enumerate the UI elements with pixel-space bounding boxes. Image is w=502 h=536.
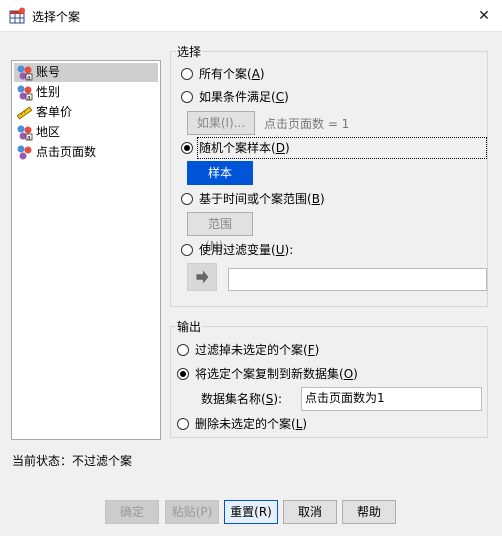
variable-label: 地区 — [36, 125, 61, 139]
if-button[interactable]: 如果(I)... — [187, 111, 255, 135]
reset-button[interactable]: 重置(R) — [224, 500, 278, 524]
paste-button[interactable]: 粘贴(P) — [165, 500, 219, 524]
svg-text:a: a — [27, 75, 31, 82]
variable-item[interactable]: a 地区 — [14, 123, 158, 142]
filter-variable-field[interactable] — [228, 268, 487, 291]
radio-if-condition-circle[interactable] — [181, 91, 193, 103]
close-button[interactable]: ✕ — [466, 0, 502, 32]
cancel-button[interactable]: 取消 — [283, 500, 337, 524]
variable-item[interactable]: a 账号 — [14, 63, 158, 82]
svg-text:a: a — [27, 135, 31, 142]
radio-delete-unselected-circle[interactable] — [177, 418, 189, 430]
dataset-name-label: 数据集名称(S): — [201, 392, 283, 406]
variable-item[interactable]: a 性别 — [14, 83, 158, 102]
help-button[interactable]: 帮助 — [342, 500, 396, 524]
dataset-name-field[interactable]: 点击页面数为1 — [301, 387, 482, 411]
radio-copy-new-dataset-circle[interactable] — [177, 368, 189, 380]
variable-item[interactable]: 客单价 — [14, 103, 158, 122]
nominal-variable-icon: a — [16, 64, 33, 82]
svg-text:a: a — [27, 95, 31, 102]
status-text: 当前状态：不过滤个案 — [12, 454, 133, 468]
scale-variable-icon — [16, 104, 33, 121]
arrow-right-icon — [196, 270, 209, 284]
select-group-title: 选择 — [176, 43, 203, 60]
nominal-variable-icon: a — [16, 84, 33, 102]
select-cases-app-icon — [9, 7, 25, 24]
ordinal-variable-icon — [16, 144, 33, 161]
variable-label: 客单价 — [36, 105, 73, 119]
ok-button[interactable]: 确定 — [105, 500, 159, 524]
window-title: 选择个案 — [32, 10, 81, 24]
radio-filter-variable-circle[interactable] — [181, 244, 193, 256]
range-button[interactable]: 范围(N)... — [187, 212, 253, 253]
variable-label: 性别 — [36, 85, 61, 99]
radio-filter-out-circle[interactable] — [177, 344, 189, 356]
radio-time-range-circle[interactable] — [181, 193, 193, 205]
move-variable-button[interactable] — [187, 263, 217, 291]
sample-button[interactable]: 样本(S)... — [187, 161, 253, 202]
if-condition-hint: 点击页面数 = 1 — [264, 117, 350, 131]
variable-label: 账号 — [36, 65, 61, 79]
variable-item[interactable]: 点击页面数 — [14, 143, 158, 162]
output-group-title: 输出 — [176, 318, 203, 335]
nominal-variable-icon: a — [16, 124, 33, 142]
title-bar: 选择个案 ✕ — [0, 0, 502, 32]
variable-list[interactable]: a 账号 a 性别客单价 a 地区点击页面数 — [11, 60, 161, 440]
radio-random-sample-circle[interactable] — [181, 142, 193, 154]
variable-label: 点击页面数 — [36, 145, 97, 159]
radio-all-cases-circle[interactable] — [181, 68, 193, 80]
close-icon: ✕ — [478, 8, 490, 24]
